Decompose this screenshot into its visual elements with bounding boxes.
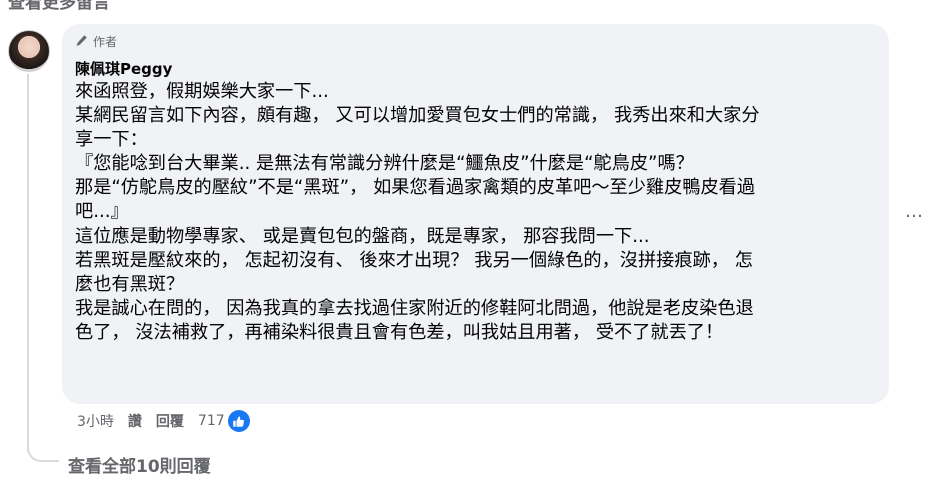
comment-actions: 3小時 讚 回覆 717 [77, 410, 250, 432]
comment-line: 若黑斑是壓紋來的， 怎起初沒有、 後來才出現？ 我另一個綠色的，沒拼接痕跡， 怎 [75, 249, 753, 271]
thread-line [27, 74, 29, 452]
view-more-comments-partial[interactable]: 查看更多留言 [8, 0, 110, 13]
thread-connector [27, 432, 59, 462]
author-badge-label: 作者 [93, 35, 118, 49]
more-options-icon[interactable]: … [905, 201, 924, 222]
author-badge: 作者 [75, 33, 117, 50]
comment-line: 『您能唸到台大畢業.. 是無法有常識分辨什麼是“鱷魚皮”什麼是“鴕鳥皮”嗎？ [75, 153, 694, 175]
comment-line: 色了， 沒法補救了，再補染料很貴且會有色差，叫我姑且用著， 受不了就丟了！ [75, 321, 724, 343]
comment-text: 來函照登，假期娛樂大家一下... 某網民留言如下內容，頗有趣， 又可以增加愛買包… [75, 80, 881, 345]
thumbs-up-icon[interactable] [227, 410, 250, 432]
like-button[interactable]: 讚 [128, 411, 142, 431]
pen-icon [75, 34, 88, 50]
timestamp[interactable]: 3小時 [77, 411, 114, 431]
comment-line: 那是“仿鴕鳥皮的壓紋”不是“黑斑”， 如果您看過家禽類的皮革吧～至少雞皮鴨皮看過 [75, 177, 756, 199]
reply-button[interactable]: 回覆 [156, 411, 184, 431]
comment-line: 麼也有黑斑？ [75, 273, 185, 295]
comment-line: 這位應是動物學專家、 或是賣包包的盤商，既是專家， 那容我問一下... [75, 225, 650, 247]
comment-line: 來函照登，假期娛樂大家一下... [75, 81, 329, 102]
avatar[interactable] [8, 30, 50, 72]
author-name[interactable]: 陳佩琪Peggy [75, 58, 172, 79]
comment-line: 享一下： [75, 129, 148, 151]
comment-line: 某網民留言如下內容，頗有趣， 又可以增加愛買包女士們的常識， 我秀出來和大家分 [75, 105, 760, 127]
comment-line: 我是誠心在問的， 因為我真的拿去找過住家附近的修鞋阿北問過，他說是老皮染色退 [75, 297, 754, 319]
reaction-count[interactable]: 717 [198, 413, 225, 429]
comment-line: 吧...』 [75, 201, 129, 223]
view-all-replies-link[interactable]: 查看全部10則回覆 [68, 452, 211, 477]
